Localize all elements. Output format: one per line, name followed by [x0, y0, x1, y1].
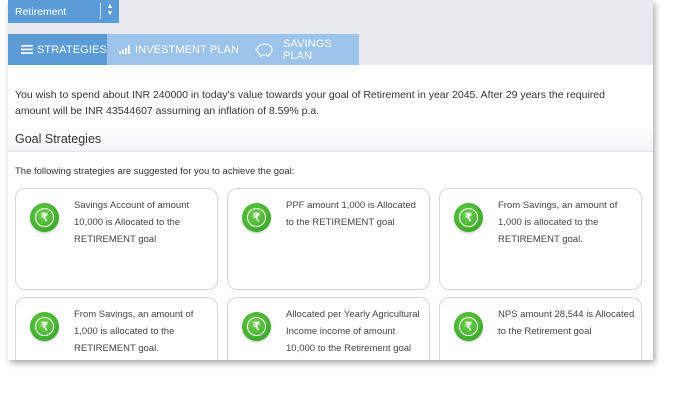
rupee-icon: ₹	[30, 203, 59, 232]
strategy-card: ₹ From Savings, an amount of 1,000 is al…	[439, 188, 642, 290]
strategy-text: From Savings, an amount of 1,000 is allo…	[74, 309, 194, 354]
rupee-symbol: ₹	[459, 208, 478, 227]
section-title: Goal Strategies	[8, 126, 653, 152]
rupee-symbol: ₹	[247, 208, 266, 227]
rupee-icon: ₹	[30, 312, 59, 341]
tab-savings-plan[interactable]: SAVINGS PLAN	[242, 34, 359, 65]
rupee-symbol: ₹	[247, 317, 266, 336]
strategy-text: Allocated per Yearly Agricultural Income…	[286, 309, 420, 354]
goal-select-value: Retirement	[15, 5, 67, 18]
strategy-text: NPS amount 28,544 is Allocated to the Re…	[498, 309, 635, 337]
strategy-card: ₹ From Savings, an amount of 1,000 is al…	[15, 297, 218, 360]
bar-chart-icon	[119, 45, 131, 54]
rupee-icon: ₹	[242, 203, 271, 232]
select-divider	[100, 3, 101, 19]
rupee-icon: ₹	[242, 312, 271, 341]
rupee-symbol: ₹	[35, 208, 54, 227]
list-icon	[21, 45, 33, 54]
rupee-symbol: ₹	[459, 317, 478, 336]
rupee-icon: ₹	[454, 312, 483, 341]
goal-select[interactable]: Retirement ▲ ▼	[8, 0, 119, 23]
rupee-symbol: ₹	[35, 317, 54, 336]
top-bar: Retirement ▲ ▼	[8, 0, 653, 34]
rupee-icon: ₹	[454, 203, 483, 232]
tab-bar: STRATEGIES INVESTMENT PLAN SAVINGS PLAN	[8, 34, 653, 65]
strategy-text: PPF amount 1,000 is Allocated to the RET…	[286, 200, 416, 228]
tab-investment-plan-label: INVESTMENT PLAN	[135, 43, 239, 56]
tab-strategies[interactable]: STRATEGIES	[8, 34, 107, 65]
strategy-card: ₹ PPF amount 1,000 is Allocated to the R…	[227, 188, 430, 290]
goal-summary: You wish to spend about INR 240000 in to…	[15, 89, 605, 117]
tab-savings-plan-label: SAVINGS PLAN	[283, 37, 332, 62]
strategy-card: ₹ Allocated per Yearly Agricultural Inco…	[227, 297, 430, 360]
strategy-text: Savings Account of amount 10,000 is Allo…	[74, 200, 190, 245]
tab-investment-plan[interactable]: INVESTMENT PLAN	[107, 34, 242, 65]
strategy-card: ₹ NPS amount 28,544 is Allocated to the …	[439, 297, 642, 360]
strategy-text: From Savings, an amount of 1,000 is allo…	[498, 200, 618, 245]
up-down-arrows-icon: ▲ ▼	[106, 3, 114, 17]
tab-strategies-label: STRATEGIES	[37, 43, 107, 56]
strategies-intro: The following strategies are suggested f…	[15, 166, 295, 177]
app-frame: Retirement ▲ ▼ STRATEGIES INVESTMENT PLAN…	[8, 0, 653, 360]
piggy-bank-icon	[254, 42, 274, 57]
strategy-card: ₹ Savings Account of amount 10,000 is Al…	[15, 188, 218, 290]
